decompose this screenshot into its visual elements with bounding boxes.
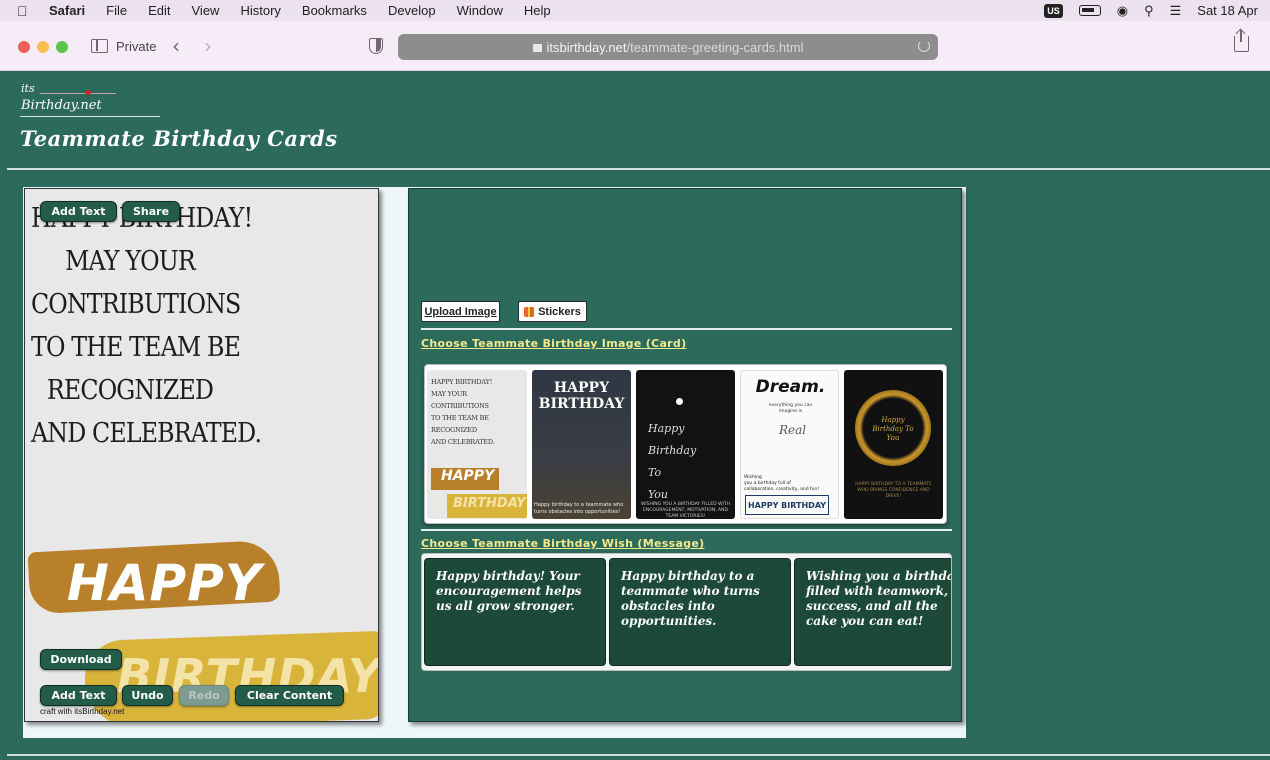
menubar-clock[interactable]: Sat 18 Apr	[1197, 3, 1258, 18]
status-area: US ◉ ⚲ ☰ Sat 18 Apr	[1044, 0, 1258, 21]
wish-text: Happy birthday to a teammate who turns o…	[621, 569, 760, 628]
thumbnail-happy: HAPPY	[431, 468, 499, 490]
spotlight-search-icon[interactable]: ⚲	[1144, 3, 1154, 19]
close-window-button[interactable]	[18, 41, 30, 53]
thumbnail-wish: Wishing you a birthday full of collabora…	[744, 475, 820, 492]
card-message-line: AND CELEBRATED.	[31, 418, 262, 449]
menu-app-safari[interactable]: Safari	[49, 3, 85, 18]
thumbnail-script: Happy Birthday To You	[648, 422, 697, 501]
share-icon[interactable]	[1234, 30, 1249, 52]
menu-history[interactable]: History	[240, 3, 280, 18]
panel-divider	[421, 529, 952, 531]
logo-line	[40, 93, 85, 94]
undo-button[interactable]: Undo	[122, 685, 173, 706]
share-button[interactable]: Share	[122, 201, 180, 222]
wifi-icon[interactable]: ◉	[1117, 3, 1128, 19]
thumbnail-dot	[676, 398, 683, 405]
menu-edit[interactable]: Edit	[148, 3, 170, 18]
zoom-window-button[interactable]	[56, 41, 68, 53]
clear-content-button[interactable]: Clear Content	[235, 685, 344, 706]
macos-menu-bar:  Safari File Edit View History Bookmark…	[0, 0, 1270, 21]
privacy-shield-icon[interactable]	[369, 38, 383, 54]
card-thumbnail[interactable]: HAPPY BIRTHDAY Happy birthday to a teamm…	[532, 370, 631, 519]
wish-card[interactable]: Happy birthday! Your encouragement helps…	[424, 558, 606, 666]
menu-develop[interactable]: Develop	[388, 3, 436, 18]
battery-icon[interactable]	[1078, 5, 1101, 16]
thumbnail-caption: HAPPY BIRTHDAY TO A TEAMMATE WHO BRINGS …	[855, 482, 932, 499]
logo-its: its	[21, 82, 35, 95]
url-path: /teammate-greeting-cards.html	[626, 39, 804, 55]
add-text-button-top[interactable]: Add Text	[40, 201, 117, 222]
lock-icon	[532, 44, 542, 52]
thumbnail-caption: WISHING YOU A BIRTHDAY FILLED WITH ENCOU…	[640, 502, 731, 519]
control-center-icon[interactable]: ☰	[1170, 3, 1182, 19]
thumbnail-script: Real	[779, 423, 807, 437]
menu-window[interactable]: Window	[457, 3, 503, 18]
card-thumbnail[interactable]: HAPPY BIRTHDAY! MAY YOUR CONTRIBUTIONS T…	[427, 370, 527, 519]
sidebar-toggle-icon[interactable]	[91, 39, 108, 53]
wish-text: Wishing you a birthday filled with teamw…	[806, 569, 952, 628]
credit-text: craft with itsBirthday.net	[40, 707, 125, 716]
menu-bookmarks[interactable]: Bookmarks	[302, 3, 367, 18]
minimize-window-button[interactable]	[37, 41, 49, 53]
logo-underline	[20, 116, 160, 117]
thumbnail-birthday: BIRTHDAY	[447, 494, 527, 518]
card-thumbnail[interactable]: Dream. everything you can imagine is Rea…	[740, 370, 839, 519]
thumbnail-text: HAPPY BIRTHDAY! MAY YOUR CONTRIBUTIONS T…	[431, 378, 495, 446]
thumbnail-caption: Happy birthday to a teammate who turns o…	[534, 502, 624, 515]
choose-wish-link[interactable]: Choose Teammate Birthday Wish (Message)	[421, 537, 704, 550]
back-chevron-icon[interactable]: ‹	[172, 34, 180, 58]
thumbnail-script: Happy Birthday To You	[872, 416, 914, 442]
reload-icon[interactable]	[918, 40, 930, 52]
stickers-label: Stickers	[538, 305, 581, 318]
wish-card[interactable]: Wishing you a birthday filled with teamw…	[794, 558, 952, 666]
menu-help[interactable]: Help	[524, 3, 551, 18]
options-panel: Upload Image Stickers Choose Teammate Bi…	[408, 188, 962, 722]
wish-card[interactable]: Happy birthday to a teammate who turns o…	[609, 558, 791, 666]
download-button[interactable]: Download	[40, 649, 122, 670]
card-image-gallery[interactable]: HAPPY BIRTHDAY! MAY YOUR CONTRIBUTIONS T…	[424, 364, 947, 524]
wish-message-list[interactable]: Happy birthday! Your encouragement helps…	[421, 553, 952, 671]
address-bar[interactable]: itsbirthday.net/teammate-greeting-cards.…	[398, 34, 938, 60]
apple-menu-icon[interactable]: 	[17, 3, 35, 19]
card-editor-canvas[interactable]: HAPPY BIRTHDAY! MAY YOUR CONTRIBUTIONS T…	[24, 188, 379, 722]
panel-divider	[421, 328, 952, 330]
card-happy-text: HAPPY	[67, 554, 263, 612]
page-title: Teammate Birthday Cards	[20, 126, 338, 151]
gift-icon	[524, 306, 535, 317]
logo-name: Birthday.net	[21, 98, 102, 113]
card-thumbnail[interactable]: Happy Birthday To You HAPPY BIRTHDAY TO …	[844, 370, 943, 519]
stickers-button[interactable]: Stickers	[518, 301, 587, 322]
input-source-indicator[interactable]: US	[1044, 3, 1063, 18]
card-message-line: MAY YOUR	[65, 246, 196, 277]
card-message[interactable]: HAPPY BIRTHDAY! MAY YOUR CONTRIBUTIONS T…	[31, 197, 262, 455]
card-message-line: RECOGNIZED	[46, 375, 214, 406]
thumbnail-badge: HAPPY BIRTHDAY	[745, 495, 829, 515]
url-host: itsbirthday.net	[546, 39, 627, 55]
card-message-line: TO THE TEAM BE	[31, 332, 241, 363]
footer-divider	[7, 754, 1270, 756]
menu-file[interactable]: File	[106, 3, 127, 18]
choose-image-link[interactable]: Choose Teammate Birthday Image (Card)	[421, 337, 686, 350]
thumbnail-subtitle: everything you can imagine is	[768, 403, 813, 414]
card-message-line: CONTRIBUTIONS	[31, 289, 241, 320]
private-browsing-label: Private	[116, 39, 157, 54]
browser-toolbar: Private ‹ › itsbirthday.net/teammate-gre…	[0, 21, 1270, 71]
header-divider	[7, 168, 1270, 170]
forward-chevron-icon[interactable]: ›	[204, 34, 212, 58]
logo-line	[91, 93, 116, 94]
site-logo[interactable]: its Birthday.net	[20, 82, 160, 119]
card-thumbnail[interactable]: Happy Birthday To You WISHING YOU A BIRT…	[636, 370, 735, 519]
thumbnail-title: HAPPY BIRTHDAY	[538, 380, 625, 412]
upload-image-button[interactable]: Upload Image	[421, 301, 500, 322]
add-text-button[interactable]: Add Text	[40, 685, 117, 706]
redo-button[interactable]: Redo	[179, 685, 229, 706]
menu-view[interactable]: View	[192, 3, 220, 18]
thumbnail-title: Dream.	[755, 377, 826, 397]
wish-text: Happy birthday! Your encouragement helps…	[436, 569, 582, 613]
